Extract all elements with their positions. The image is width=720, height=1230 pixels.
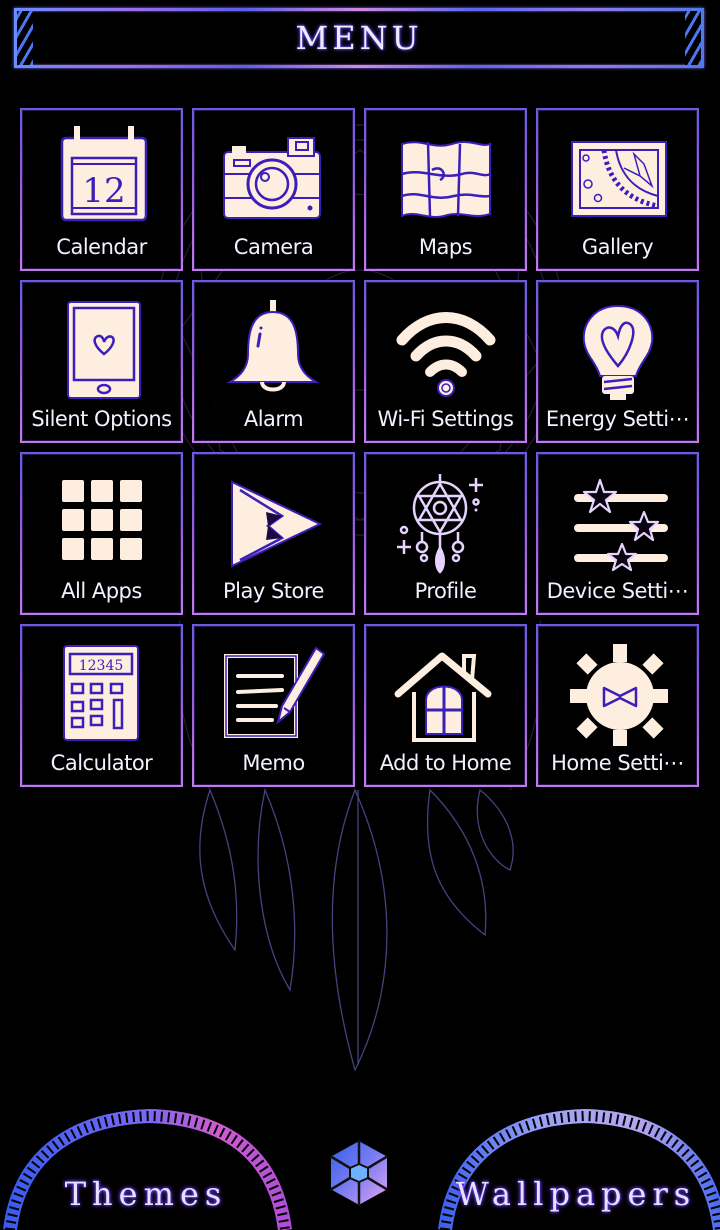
- tile-label: Add to Home: [379, 751, 512, 775]
- memo-pencil-icon: [220, 640, 328, 748]
- tile-label: Play Store: [223, 579, 324, 603]
- gallery-icon: [564, 124, 672, 232]
- map-icon: [392, 124, 500, 232]
- tile-label: Gallery: [581, 235, 654, 259]
- tile-calculator[interactable]: 12345 Calculator: [20, 624, 183, 787]
- tile-camera[interactable]: Camera: [192, 108, 355, 271]
- tile-label: Device Setti⋯: [546, 579, 689, 603]
- dreamcatcher-icon: [392, 468, 500, 576]
- svg-text:12: 12: [82, 171, 125, 211]
- tile-label: All Apps: [61, 579, 142, 603]
- tile-label: Silent Options: [31, 407, 172, 431]
- tile-wifi-settings[interactable]: Wi-Fi Settings: [364, 280, 527, 443]
- calendar-icon: 12: [48, 124, 156, 232]
- tile-label: Calendar: [56, 235, 147, 259]
- tile-label: Home Setti⋯: [551, 751, 684, 775]
- play-store-icon: [220, 468, 328, 576]
- bottom-bar: Themes Wallpapers: [0, 1090, 720, 1230]
- tile-device-settings[interactable]: Device Setti⋯: [536, 452, 699, 615]
- lightbulb-heart-icon: [564, 296, 672, 404]
- tile-label: Wi-Fi Settings: [377, 407, 514, 431]
- tile-alarm[interactable]: Alarm: [192, 280, 355, 443]
- page-title: MENU: [295, 19, 423, 57]
- tile-home-settings[interactable]: Home Setti⋯: [536, 624, 699, 787]
- calculator-icon: 12345: [48, 640, 156, 748]
- tile-label: Camera: [233, 235, 314, 259]
- tile-label: Memo: [242, 751, 305, 775]
- tile-add-to-home[interactable]: Add to Home: [364, 624, 527, 787]
- star-sliders-icon: [564, 468, 672, 576]
- svg-text:12345: 12345: [79, 658, 124, 674]
- camera-icon: [220, 124, 328, 232]
- tile-label: Calculator: [50, 751, 153, 775]
- tile-gallery[interactable]: Gallery: [536, 108, 699, 271]
- menu-header: MENU: [14, 8, 704, 68]
- wifi-icon: [392, 296, 500, 404]
- tile-label: Profile: [414, 579, 477, 603]
- tile-silent-options[interactable]: Silent Options: [20, 280, 183, 443]
- tile-label: Maps: [418, 235, 473, 259]
- app-grid-icon: [48, 468, 156, 576]
- tile-calendar[interactable]: 12 Calendar: [20, 108, 183, 271]
- tile-label: Alarm: [243, 407, 304, 431]
- house-icon: [392, 640, 500, 748]
- bell-icon: [220, 296, 328, 404]
- themes-label: Themes: [64, 1175, 228, 1213]
- phone-heart-icon: [48, 296, 156, 404]
- wallpapers-button[interactable]: Wallpapers: [430, 1090, 720, 1230]
- tile-maps[interactable]: Maps: [364, 108, 527, 271]
- tile-all-apps[interactable]: All Apps: [20, 452, 183, 615]
- gear-bowtie-icon: [564, 640, 672, 748]
- wallpapers-label: Wallpapers: [455, 1175, 697, 1213]
- tile-label: Energy Setti⋯: [545, 407, 690, 431]
- tile-energy-settings[interactable]: Energy Setti⋯: [536, 280, 699, 443]
- tile-profile[interactable]: Profile: [364, 452, 527, 615]
- hexagon-gem-icon[interactable]: [326, 1138, 392, 1208]
- tile-memo[interactable]: Memo: [192, 624, 355, 787]
- tile-play-store[interactable]: Play Store: [192, 452, 355, 615]
- themes-button[interactable]: Themes: [0, 1090, 300, 1230]
